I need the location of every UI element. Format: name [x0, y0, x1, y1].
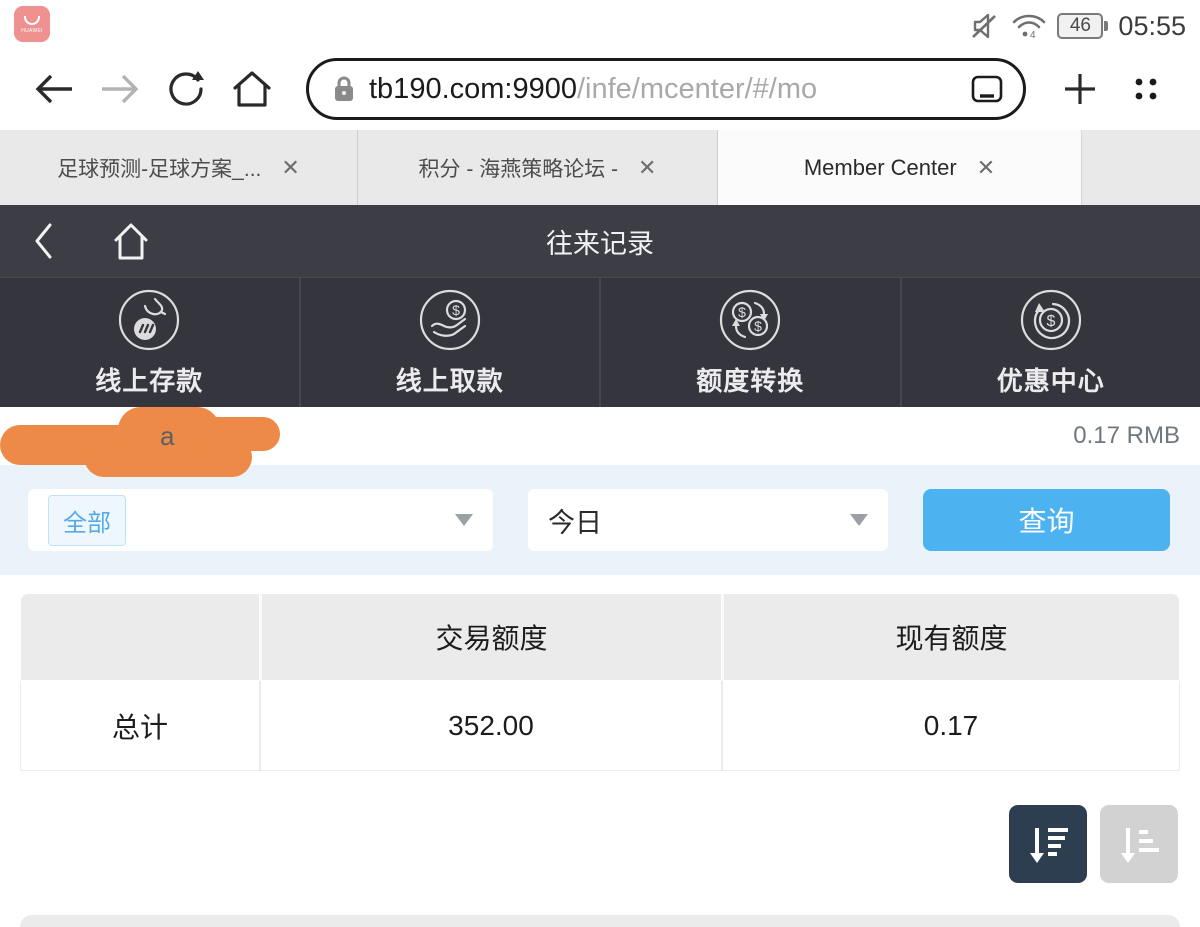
username-fragment: a [160, 421, 175, 451]
menu-item-online-deposit[interactable]: 线上存款 [0, 278, 299, 407]
quick-menu: 线上存款 $ 线上取款 $ $ 额度转换 $ 优惠中心 [0, 277, 1200, 407]
url-bar[interactable]: tb190.com:9900 /infe/mcenter/#/mo [306, 58, 1026, 120]
new-tab-button[interactable] [1052, 69, 1108, 109]
exchange-icon: $ $ [718, 288, 782, 352]
account-row: a 0.17 RMB [0, 407, 1200, 477]
appgallery-smile [24, 16, 40, 25]
summary-table: 交易额度 现有额度 总计 352.00 0.17 [20, 593, 1180, 771]
header-transaction-amount: 交易额度 [260, 593, 722, 681]
mute-icon [969, 10, 1001, 42]
browser-toolbar: tb190.com:9900 /infe/mcenter/#/mo [0, 48, 1200, 130]
header-current-amount: 现有额度 [722, 593, 1180, 681]
next-section-peek [20, 915, 1180, 927]
sort-descending-icon [1030, 828, 1068, 863]
battery-level: 46 [1069, 15, 1091, 36]
scribble-blob [190, 417, 280, 451]
close-tab-icon[interactable]: ✕ [638, 155, 656, 181]
menu-item-quota-exchange[interactable]: $ $ 额度转换 [599, 278, 900, 407]
chevron-down-icon [850, 514, 868, 526]
tab-points-forum[interactable]: 积分 - 海燕策略论坛 - ✕ [358, 130, 718, 205]
sort-ascending-icon [1121, 828, 1159, 863]
close-tab-icon[interactable]: ✕ [977, 155, 995, 181]
page-header: 往来记录 [0, 205, 1200, 277]
header-empty-cell [20, 593, 260, 681]
battery-icon: 46 [1057, 13, 1109, 39]
date-range-select[interactable]: 今日 [528, 489, 888, 551]
menu-item-online-withdraw[interactable]: $ 线上取款 [298, 278, 600, 407]
appgallery-icon: HUAWEI [14, 6, 50, 42]
refresh-button[interactable] [158, 67, 214, 111]
lock-icon [331, 73, 357, 105]
withdraw-icon: $ [418, 288, 482, 352]
total-transaction-cell: 352.00 [260, 681, 722, 771]
clock: 05:55 [1118, 10, 1186, 41]
menu-button[interactable] [1118, 69, 1174, 109]
appgallery-brand-text: HUAWEI [21, 28, 43, 34]
svg-text:$: $ [738, 304, 746, 320]
home-button[interactable] [224, 67, 280, 111]
status-bar: HUAWEI 4 46 05:55 [0, 0, 1200, 48]
type-select[interactable]: 全部 [28, 489, 493, 551]
tab-strip-empty-area [1082, 130, 1200, 205]
account-balance: 0.17 RMB [1073, 422, 1180, 449]
svg-text:$: $ [754, 318, 762, 334]
menu-label: 线上取款 [395, 365, 504, 396]
chevron-down-icon [455, 514, 473, 526]
tab-label: 足球预测-足球方案_... [57, 157, 262, 181]
sort-descending-button[interactable] [1009, 805, 1087, 883]
svg-text:$: $ [1046, 313, 1055, 330]
close-tab-icon[interactable]: ✕ [281, 155, 299, 181]
page-title: 往来记录 [546, 228, 654, 259]
type-select-value: 全部 [48, 494, 126, 546]
sort-controls [0, 771, 1200, 883]
url-host: tb190.com:9900 [369, 72, 577, 105]
menu-item-promo-center[interactable]: $ 优惠中心 [899, 278, 1200, 407]
menu-label: 额度转换 [696, 365, 805, 396]
sort-ascending-button[interactable] [1100, 805, 1178, 883]
total-label-cell: 总计 [20, 681, 260, 771]
query-button[interactable]: 查询 [923, 489, 1170, 551]
promo-icon: $ [1019, 288, 1083, 352]
menu-label: 线上存款 [95, 365, 204, 396]
table-total-row: 总计 352.00 0.17 [20, 681, 1180, 771]
masked-username: a [0, 407, 280, 477]
wifi-icon: 4 [1010, 10, 1048, 42]
url-path: /infe/mcenter/#/mo [576, 72, 818, 105]
svg-text:4: 4 [1030, 30, 1036, 41]
table-header-row: 交易额度 现有额度 [20, 593, 1180, 681]
forward-button[interactable] [92, 70, 148, 108]
date-select-value: 今日 [548, 507, 602, 538]
menu-label: 优惠中心 [996, 365, 1105, 396]
deposit-icon [117, 288, 181, 352]
desktop-site-icon[interactable] [969, 73, 1005, 105]
tab-member-center-active[interactable]: Member Center ✕ [718, 130, 1082, 205]
tab-strip: 足球预测-足球方案_... ✕ 积分 - 海燕策略论坛 - ✕ Member C… [0, 130, 1200, 205]
back-button[interactable] [26, 70, 82, 108]
browser-window: HUAWEI 4 46 05:55 tb190.com:9900 /infe/m… [0, 0, 1200, 927]
tab-label: Member Center [803, 154, 957, 180]
tab-label: 积分 - 海燕策略论坛 - [418, 157, 619, 181]
tab-football-forecast[interactable]: 足球预测-足球方案_... ✕ [0, 130, 358, 205]
total-current-cell: 0.17 [722, 681, 1180, 771]
filter-bar: 全部 今日 查询 [0, 465, 1200, 575]
svg-text:$: $ [452, 302, 460, 318]
